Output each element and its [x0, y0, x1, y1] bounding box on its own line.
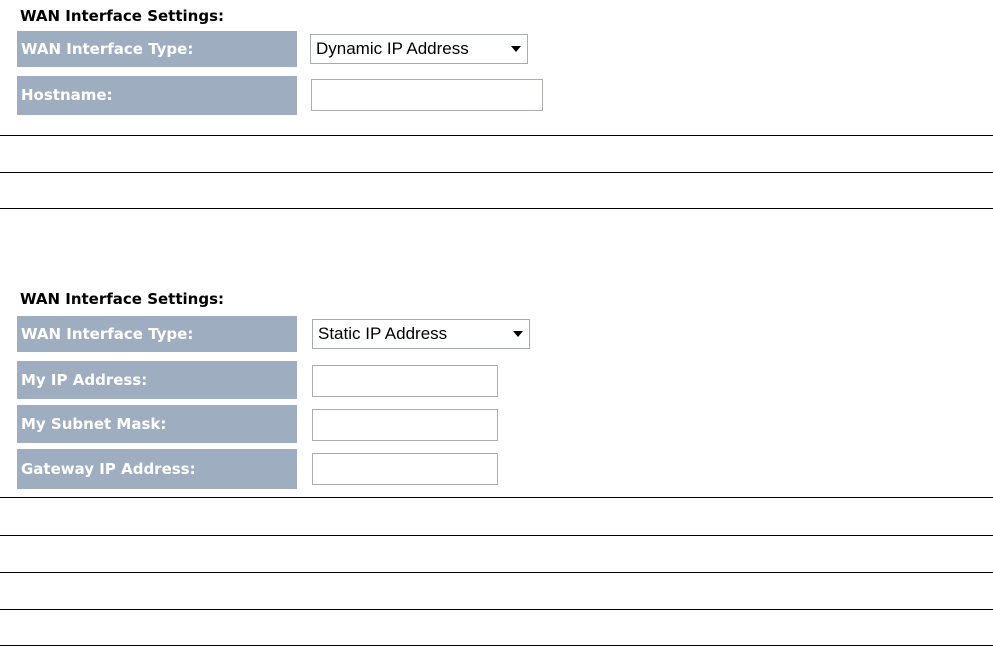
gateway-ip-address-label: Gateway IP Address: — [17, 449, 297, 489]
wan-settings-static-section: WAN Interface Settings: WAN Interface Ty… — [0, 0, 993, 647]
gateway-ip-address-input[interactable] — [312, 453, 498, 485]
my-subnet-mask-input[interactable] — [312, 409, 498, 441]
my-subnet-mask-label: My Subnet Mask: — [17, 405, 297, 443]
my-ip-address-input[interactable] — [312, 365, 498, 397]
divider — [0, 535, 993, 536]
gateway-ip-address-row: Gateway IP Address: — [0, 449, 993, 489]
my-ip-address-row: My IP Address: — [0, 361, 993, 399]
wan-interface-type-select[interactable]: Static IP Address — [312, 319, 530, 349]
divider — [0, 609, 993, 610]
divider — [0, 572, 993, 573]
wan-interface-type-row: WAN Interface Type: Static IP Address — [0, 316, 993, 352]
my-ip-address-label: My IP Address: — [17, 361, 297, 399]
section-title: WAN Interface Settings: — [20, 290, 224, 308]
my-subnet-mask-row: My Subnet Mask: — [0, 405, 993, 443]
select-value: Static IP Address — [318, 324, 448, 343]
divider — [0, 497, 993, 498]
chevron-down-icon — [513, 331, 523, 337]
wan-interface-type-label: WAN Interface Type: — [17, 316, 297, 352]
divider — [0, 645, 993, 646]
